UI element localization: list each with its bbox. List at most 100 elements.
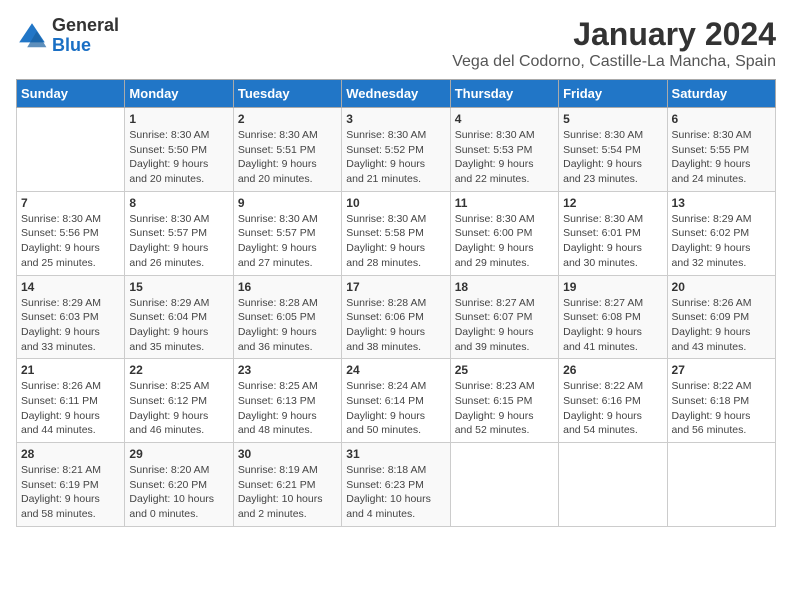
day-info: Sunrise: 8:30 AMSunset: 6:01 PMDaylight:…	[563, 212, 662, 271]
daylight-line2: and 28 minutes.	[346, 256, 445, 271]
day-info: Sunrise: 8:24 AMSunset: 6:14 PMDaylight:…	[346, 379, 445, 438]
sunset-line: Sunset: 5:54 PM	[563, 143, 662, 158]
daylight-line1: Daylight: 9 hours	[129, 325, 228, 340]
daylight-line1: Daylight: 9 hours	[346, 325, 445, 340]
calendar-cell: 1Sunrise: 8:30 AMSunset: 5:50 PMDaylight…	[125, 108, 233, 192]
day-number: 19	[563, 280, 662, 294]
daylight-line2: and 0 minutes.	[129, 507, 228, 522]
day-info: Sunrise: 8:27 AMSunset: 6:08 PMDaylight:…	[563, 296, 662, 355]
sunset-line: Sunset: 6:00 PM	[455, 226, 554, 241]
subtitle: Vega del Codorno, Castille-La Mancha, Sp…	[452, 53, 776, 71]
day-info: Sunrise: 8:29 AMSunset: 6:02 PMDaylight:…	[672, 212, 771, 271]
day-info: Sunrise: 8:30 AMSunset: 5:57 PMDaylight:…	[238, 212, 337, 271]
daylight-line1: Daylight: 9 hours	[455, 325, 554, 340]
day-number: 16	[238, 280, 337, 294]
sunset-line: Sunset: 6:15 PM	[455, 394, 554, 409]
sunrise-line: Sunrise: 8:21 AM	[21, 463, 120, 478]
sunset-line: Sunset: 6:07 PM	[455, 310, 554, 325]
daylight-line2: and 36 minutes.	[238, 340, 337, 355]
sunrise-line: Sunrise: 8:20 AM	[129, 463, 228, 478]
weekday-header-saturday: Saturday	[667, 80, 775, 108]
daylight-line1: Daylight: 9 hours	[672, 241, 771, 256]
logo-text-line2: Blue	[52, 36, 119, 56]
daylight-line1: Daylight: 10 hours	[346, 492, 445, 507]
daylight-line1: Daylight: 9 hours	[672, 325, 771, 340]
calendar-cell: 8 Sunrise: 8:30 AMSunset: 5:57 PMDaylight…	[125, 191, 233, 275]
sunset-line: Sunset: 6:14 PM	[346, 394, 445, 409]
daylight-line2: and 27 minutes.	[238, 256, 337, 271]
day-number: 14	[21, 280, 120, 294]
daylight-line1: Daylight: 9 hours	[238, 325, 337, 340]
day-info: Sunrise: 8:30 AMSunset: 5:58 PMDaylight:…	[346, 212, 445, 271]
daylight-line1: Daylight: 9 hours	[455, 409, 554, 424]
daylight-line1: Daylight: 9 hours	[21, 492, 120, 507]
day-info: Sunrise: 8:30 AMSunset: 5:52 PMDaylight:…	[346, 128, 445, 187]
calendar-cell: 24 Sunrise: 8:24 AMSunset: 6:14 PMDayligh…	[342, 359, 450, 443]
sunrise-line: Sunrise: 8:28 AM	[346, 296, 445, 311]
day-info: Sunrise: 8:29 AMSunset: 6:03 PMDaylight:…	[21, 296, 120, 355]
sunrise-line: Sunrise: 8:23 AM	[455, 379, 554, 394]
day-info: Sunrise: 8:30 AMSunset: 5:55 PMDaylight:…	[672, 128, 771, 187]
sunrise-line: Sunrise: 8:22 AM	[563, 379, 662, 394]
sunrise-line: Sunrise: 8:27 AM	[563, 296, 662, 311]
daylight-line1: Daylight: 10 hours	[129, 492, 228, 507]
sunrise-line: Sunrise: 8:30 AM	[238, 212, 337, 227]
daylight-line2: and 33 minutes.	[21, 340, 120, 355]
day-info: Sunrise: 8:22 AMSunset: 6:18 PMDaylight:…	[672, 379, 771, 438]
daylight-line2: and 41 minutes.	[563, 340, 662, 355]
day-number: 11	[455, 196, 554, 210]
sunrise-line: Sunrise: 8:29 AM	[21, 296, 120, 311]
sunset-line: Sunset: 6:06 PM	[346, 310, 445, 325]
weekday-header-friday: Friday	[559, 80, 667, 108]
day-number: 24	[346, 363, 445, 377]
day-number: 9	[238, 196, 337, 210]
daylight-line2: and 38 minutes.	[346, 340, 445, 355]
daylight-line2: and 35 minutes.	[129, 340, 228, 355]
daylight-line2: and 2 minutes.	[238, 507, 337, 522]
sunset-line: Sunset: 6:05 PM	[238, 310, 337, 325]
day-info: Sunrise: 8:30 AMSunset: 6:00 PMDaylight:…	[455, 212, 554, 271]
day-number: 1	[129, 112, 228, 126]
weekday-header-wednesday: Wednesday	[342, 80, 450, 108]
day-info: Sunrise: 8:30 AMSunset: 5:56 PMDaylight:…	[21, 212, 120, 271]
logo-text-line1: General	[52, 16, 119, 36]
day-number: 30	[238, 447, 337, 461]
daylight-line2: and 56 minutes.	[672, 423, 771, 438]
sunrise-line: Sunrise: 8:29 AM	[672, 212, 771, 227]
calendar-cell: 23Sunrise: 8:25 AMSunset: 6:13 PMDayligh…	[233, 359, 341, 443]
title-area: January 2024 Vega del Codorno, Castille-…	[452, 16, 776, 71]
sunrise-line: Sunrise: 8:30 AM	[672, 128, 771, 143]
calendar-cell: 17Sunrise: 8:28 AMSunset: 6:06 PMDayligh…	[342, 275, 450, 359]
sunrise-line: Sunrise: 8:27 AM	[455, 296, 554, 311]
sunrise-line: Sunrise: 8:18 AM	[346, 463, 445, 478]
daylight-line1: Daylight: 9 hours	[672, 157, 771, 172]
calendar-cell: 16Sunrise: 8:28 AMSunset: 6:05 PMDayligh…	[233, 275, 341, 359]
day-number: 8	[129, 196, 228, 210]
day-number: 26	[563, 363, 662, 377]
calendar-cell: 21Sunrise: 8:26 AMSunset: 6:11 PMDayligh…	[17, 359, 125, 443]
daylight-line2: and 52 minutes.	[455, 423, 554, 438]
calendar-cell: 15Sunrise: 8:29 AMSunset: 6:04 PMDayligh…	[125, 275, 233, 359]
sunset-line: Sunset: 5:50 PM	[129, 143, 228, 158]
daylight-line1: Daylight: 9 hours	[346, 409, 445, 424]
calendar-cell: 9 Sunrise: 8:30 AMSunset: 5:57 PMDaylight…	[233, 191, 341, 275]
sunset-line: Sunset: 5:57 PM	[238, 226, 337, 241]
sunset-line: Sunset: 6:08 PM	[563, 310, 662, 325]
daylight-line2: and 24 minutes.	[672, 172, 771, 187]
daylight-line2: and 32 minutes.	[672, 256, 771, 271]
main-title: January 2024	[452, 16, 776, 53]
sunset-line: Sunset: 5:57 PM	[129, 226, 228, 241]
sunset-line: Sunset: 6:16 PM	[563, 394, 662, 409]
sunset-line: Sunset: 6:12 PM	[129, 394, 228, 409]
day-info: Sunrise: 8:30 AMSunset: 5:51 PMDaylight:…	[238, 128, 337, 187]
calendar-cell	[17, 108, 125, 192]
calendar-cell: 6Sunrise: 8:30 AMSunset: 5:55 PMDaylight…	[667, 108, 775, 192]
daylight-line2: and 25 minutes.	[21, 256, 120, 271]
calendar-cell: 5Sunrise: 8:30 AMSunset: 5:54 PMDaylight…	[559, 108, 667, 192]
calendar-cell: 13Sunrise: 8:29 AMSunset: 6:02 PMDayligh…	[667, 191, 775, 275]
calendar-week-row: 28Sunrise: 8:21 AMSunset: 6:19 PMDayligh…	[17, 443, 776, 527]
daylight-line1: Daylight: 9 hours	[563, 409, 662, 424]
day-info: Sunrise: 8:30 AMSunset: 5:57 PMDaylight:…	[129, 212, 228, 271]
daylight-line2: and 20 minutes.	[129, 172, 228, 187]
daylight-line1: Daylight: 9 hours	[563, 241, 662, 256]
